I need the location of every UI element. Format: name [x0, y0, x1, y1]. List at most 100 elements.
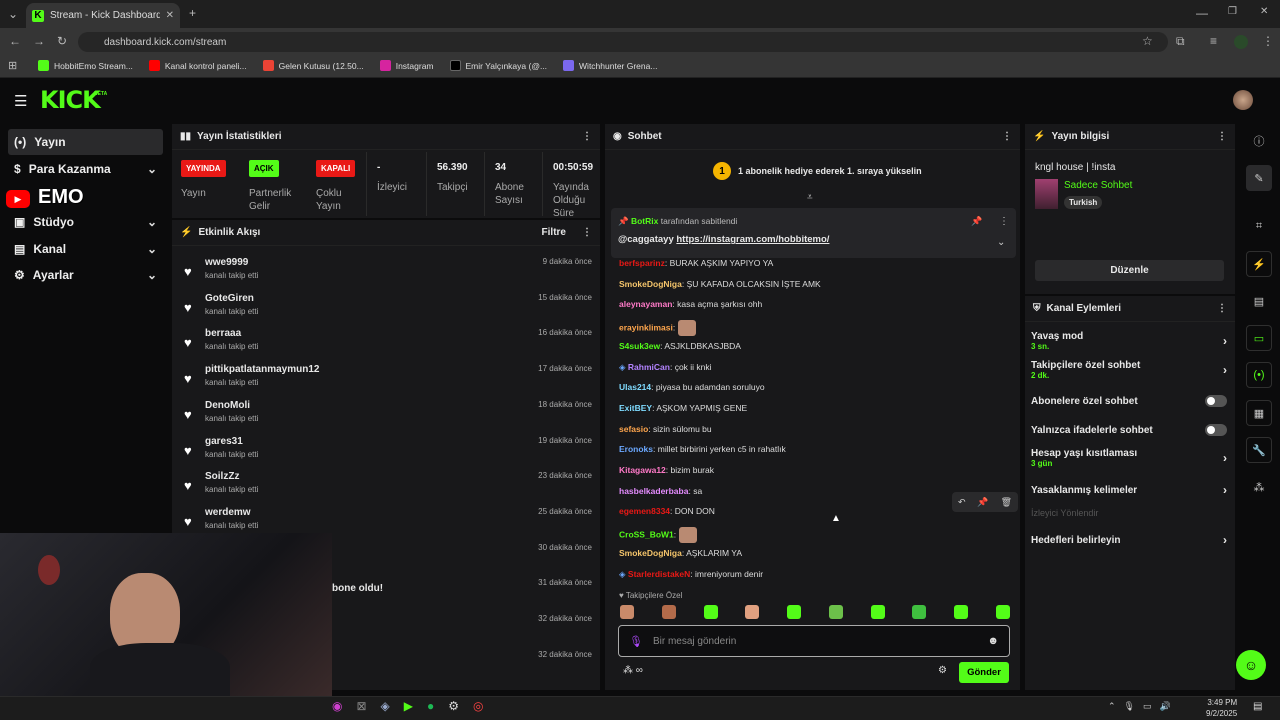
chat-username[interactable]: sefasio [619, 424, 648, 434]
expand-icon[interactable]: ⌄ [997, 237, 1005, 248]
bookmark-star-icon[interactable]: ☆ [1142, 34, 1153, 48]
emote-icon[interactable] [703, 605, 718, 619]
forward-icon[interactable]: → [33, 34, 45, 48]
mic-icon[interactable]: 🎙 [629, 635, 643, 648]
chat-username[interactable]: ExitBEY [619, 403, 652, 413]
chat-message[interactable]: hasbelkaderbaba: sa [619, 486, 702, 496]
chat-username[interactable]: RahmiCan [628, 362, 670, 372]
chat-username[interactable]: Ulas214 [619, 382, 651, 392]
chat-username[interactable]: S4suk3ew [619, 341, 660, 351]
activity-user[interactable]: DenoMoli [205, 400, 250, 411]
category-name[interactable]: Sadece Sohbet [1064, 180, 1132, 191]
back-icon[interactable]: ← [9, 34, 21, 48]
send-button[interactable]: Gönder [959, 662, 1009, 683]
extensions-icon[interactable]: ⧉ [1176, 34, 1185, 49]
toggle-switch[interactable] [1205, 424, 1227, 436]
menu-icon[interactable]: ⋮ [1262, 34, 1274, 48]
layout-icon[interactable]: ▦ [1246, 400, 1272, 426]
new-tab-icon[interactable]: + [189, 6, 196, 20]
emote-icon[interactable] [912, 605, 927, 619]
chat-message[interactable]: egemen8334: DON DON [619, 506, 715, 516]
obs-icon[interactable]: ◎ [473, 699, 483, 713]
bookmark-item[interactable]: Kanal kontrol paneli... [148, 60, 247, 71]
tab-search-icon[interactable]: ⌄ [8, 7, 18, 21]
emote-icon[interactable] [870, 605, 885, 619]
chat-message[interactable]: Kitagawa12: bizim burak [619, 465, 714, 475]
document-icon[interactable]: ▤ [1246, 288, 1272, 314]
bookmark-item[interactable]: HobbitEmo Stream... [38, 60, 133, 71]
emote-icon[interactable] [620, 605, 634, 619]
channel-action-item[interactable]: Takipçilere özel sohbet 2 dk. › [1031, 360, 1227, 380]
chat-username[interactable]: Eronoks [619, 444, 653, 454]
pin-icon[interactable]: 📌 [977, 497, 988, 508]
edit-icon[interactable]: ✎ [1246, 165, 1272, 191]
chat-message[interactable]: SmokeDogNiga: ŞU KAFADA OLCAKSIN İŞTE AM… [619, 279, 821, 289]
broadcast-icon[interactable]: (•) [1246, 362, 1272, 388]
mic-icon[interactable]: 🎙 [1124, 701, 1135, 712]
bookmark-item[interactable]: Emir Yalçınkaya (@... [449, 60, 547, 71]
discord-icon[interactable]: ◉ [332, 699, 342, 713]
scene-icon[interactable]: ⌗ [1246, 213, 1272, 239]
apps-icon[interactable]: ⁂ [1246, 474, 1272, 500]
activity-user[interactable]: berraaa [205, 328, 241, 339]
nav-item-yayin[interactable]: (•) Yayın [8, 129, 163, 155]
nav-item-studyo[interactable]: ▣ Stüdyo ⌄ [8, 209, 163, 235]
window-close-icon[interactable]: ✕ [1260, 6, 1268, 17]
gear-icon[interactable]: ⚙ [448, 699, 459, 713]
bookmark-item[interactable]: Gelen Kutusu (12.50... [262, 60, 364, 71]
chat-username[interactable]: berfsparinz [619, 258, 665, 268]
channel-action-item[interactable]: Yasaklanmış kelimeler › [1031, 483, 1227, 497]
edit-button[interactable]: Düzenle [1035, 260, 1224, 281]
nav-item-kanal[interactable]: ▤ Kanal ⌄ [8, 236, 163, 262]
collapse-icon[interactable]: ⩡ [807, 192, 813, 203]
channel-action-item[interactable]: Abonelere özel sohbet [1031, 395, 1227, 407]
browser-tab[interactable]: K Stream - Kick Dashboard ✕ [26, 3, 180, 28]
kick-logo[interactable]: KICK [40, 86, 101, 114]
chat-username[interactable]: StarlerdistakeN [628, 569, 690, 579]
media-icon[interactable]: ≡ [1210, 34, 1217, 48]
info-icon[interactable]: ⓘ [1246, 128, 1272, 154]
chat-message[interactable]: Eronoks: millet birbirini yerken c5 in r… [619, 444, 786, 454]
chat-icon[interactable]: ▭ [1246, 325, 1272, 351]
maximize-icon[interactable]: ❐ [1228, 6, 1237, 17]
emote-icon[interactable] [828, 605, 843, 619]
channel-action-item[interactable]: Yalnızca ifadelerle sohbet [1031, 424, 1227, 436]
chat-message[interactable]: ◈ RahmiCan: çok ii knki [619, 362, 712, 373]
nav-item-para-kazanma[interactable]: $ Para Kazanma ⌄ [8, 156, 163, 182]
close-tab-icon[interactable]: ✕ [166, 10, 174, 21]
activity-user[interactable]: werdemw [205, 507, 251, 518]
delete-icon[interactable]: 🗑 [1001, 497, 1012, 508]
emote-icon[interactable] [787, 605, 802, 619]
notification-icon[interactable]: ▤ [1253, 701, 1262, 712]
hamburger-menu-icon[interactable]: ☰ [14, 92, 27, 110]
chat-username[interactable]: erayinklimasi [619, 322, 673, 332]
more-options-icon[interactable]: ⋮ [1217, 131, 1227, 142]
chat-message[interactable]: Ulas214: piyasa bu adamdan soruluyo [619, 382, 765, 392]
wrench-icon[interactable]: 🔧 [1246, 437, 1272, 463]
filter-button[interactable]: Filtre [542, 227, 566, 238]
activity-user[interactable]: pittikpatlatanmaymun12 [205, 364, 319, 375]
chat-message[interactable]: sefasio: sizin sülomu bu [619, 424, 712, 434]
address-bar[interactable]: dashboard.kick.com/stream [78, 32, 1168, 52]
emoji-icon[interactable]: ☻ [987, 635, 999, 647]
chat-message[interactable]: ExitBEY: AŞKOM YAPMIŞ GENE [619, 403, 747, 413]
chat-settings-icon[interactable]: ⚙ [938, 665, 947, 676]
reply-icon[interactable]: ↶ [958, 497, 966, 508]
apps-icon[interactable]: ⊞ [8, 59, 17, 72]
activity-user[interactable]: SoilzZz [205, 471, 239, 482]
chat-message[interactable]: SmokeDogNiga: AŞKLARIM YA [619, 548, 742, 558]
chat-username[interactable]: SmokeDogNiga [619, 548, 682, 558]
kick-icon[interactable]: ▶ [404, 699, 413, 713]
lightning-icon[interactable]: ⚡ [1246, 251, 1272, 277]
help-chat-icon[interactable]: ☺ [1236, 650, 1266, 680]
toggle-switch[interactable] [1205, 395, 1227, 407]
chat-message[interactable]: aleynayaman: kasa açma şarkısı ohh [619, 299, 762, 309]
volume-icon[interactable]: 🔊 [1160, 701, 1171, 712]
bookmark-item[interactable]: Witchhunter Grena... [563, 60, 657, 71]
more-options-icon[interactable]: ⋮ [999, 216, 1009, 227]
emote-icon[interactable] [995, 605, 1010, 619]
steam-icon[interactable]: ◈ [381, 699, 390, 713]
unpin-icon[interactable]: 📌 [971, 216, 982, 227]
chat-username[interactable]: hasbelkaderbaba [619, 486, 688, 496]
emote-icon[interactable] [954, 605, 969, 619]
